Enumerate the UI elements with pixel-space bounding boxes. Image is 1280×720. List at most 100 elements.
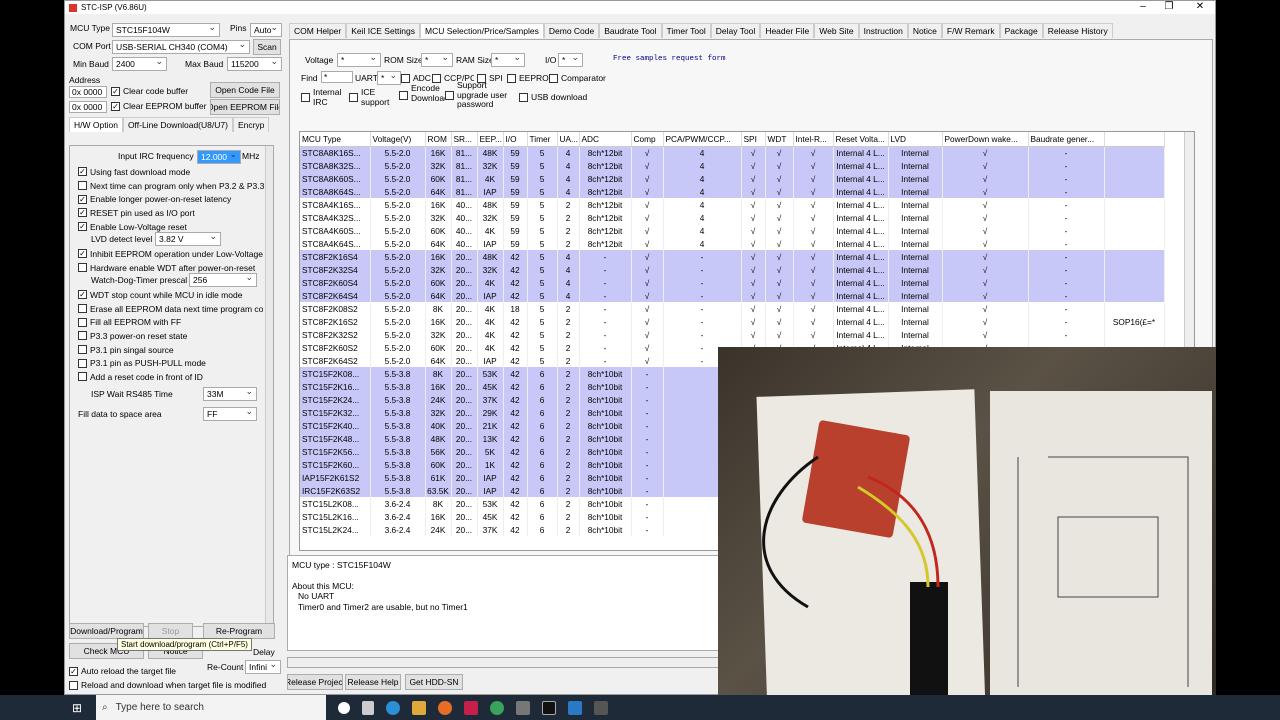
- tab-hw-option[interactable]: H/W Option: [69, 117, 123, 132]
- task-view-icon[interactable]: [362, 700, 374, 715]
- column-header[interactable]: ROM: [425, 132, 452, 147]
- tab-demo-code[interactable]: Demo Code: [543, 23, 600, 38]
- table-row[interactable]: STC8A4K16S... 5.5-2.0 16K 40... 48K 59 5 2 8ch*1…: [300, 198, 1165, 211]
- table-row[interactable]: STC8A4K32S... 5.5-2.0 32K 40... 32K 59 5 2 8ch*1…: [300, 211, 1165, 224]
- tab-encrypt[interactable]: Encryp: [232, 117, 270, 132]
- option-checkbox[interactable]: ✓: [78, 167, 87, 177]
- re-program-button[interactable]: Re-Program: [203, 623, 275, 639]
- table-row[interactable]: STC8F2K32S4 5.5-2.0 32K 20... 32K 42 5 4- √ - √ √ √ I…: [300, 263, 1165, 276]
- ice-support-checkbox[interactable]: [349, 92, 358, 102]
- mail-icon[interactable]: [568, 700, 582, 715]
- ram-size-select[interactable]: *: [491, 52, 525, 67]
- tab-timer-tool[interactable]: Timer Tool: [661, 23, 711, 38]
- column-header[interactable]: SPI: [741, 132, 766, 147]
- table-row[interactable]: STC8A8K64S... 5.5-2.0 64K 81... IAP 59 5 4 8ch*1…: [300, 185, 1165, 198]
- table-row[interactable]: STC8F2K64S4 5.5-2.0 64K 20... IAP 42 5 4- √ - √ √ √ I…: [300, 289, 1165, 302]
- option-row[interactable]: Next time can program only when P3.2 & P…: [78, 179, 264, 193]
- min-baud-select[interactable]: 2400: [112, 56, 167, 71]
- open-code-file-button[interactable]: Open Code File: [210, 82, 280, 98]
- auto-reload-checkbox[interactable]: ✓: [69, 666, 78, 676]
- find-input[interactable]: *: [321, 71, 353, 83]
- edge-icon[interactable]: [386, 700, 400, 715]
- option-checkbox[interactable]: ✓: [78, 194, 87, 204]
- windows-start-icon[interactable]: ⊞: [72, 701, 82, 715]
- isp-wait-select[interactable]: 33M: [203, 386, 257, 401]
- option-row[interactable]: Fill all EEPROM with FF: [78, 315, 263, 329]
- release-project-button[interactable]: Release Project: [287, 674, 343, 690]
- irc-frequency-select[interactable]: 12.000: [197, 149, 241, 164]
- option-row[interactable]: ✓ Inhibit EEPROM operation under Low-Volt…: [78, 247, 263, 261]
- file-explorer-icon[interactable]: [412, 700, 426, 715]
- clear-eeprom-checkbox[interactable]: ✓: [111, 101, 120, 111]
- scan-button[interactable]: Scan: [253, 39, 281, 55]
- minimize-button[interactable]: –: [1133, 1, 1153, 12]
- internal-irc-checkbox[interactable]: [301, 92, 310, 102]
- table-row[interactable]: STC8F2K08S2 5.5-2.0 8K 20... 4K 18 5 2- √ - √ √ √ Int…: [300, 302, 1165, 315]
- option-checkbox[interactable]: ✓: [78, 290, 87, 300]
- option-checkbox[interactable]: [78, 345, 87, 355]
- re-count-select[interactable]: Infini: [245, 659, 281, 674]
- option-row[interactable]: ✓ WDT stop count while MCU in idle mode: [78, 288, 263, 302]
- column-header[interactable]: Comp: [631, 132, 664, 147]
- table-row[interactable]: STC8A4K64S... 5.5-2.0 64K 40... IAP 59 5 2 8ch*1…: [300, 237, 1165, 250]
- stop-button[interactable]: Stop: [148, 623, 193, 639]
- table-row[interactable]: STC8A4K60S... 5.5-2.0 60K 40... 4K 59 5 2 8ch*12…: [300, 224, 1165, 237]
- column-header[interactable]: Baudrate gener...: [1028, 132, 1105, 147]
- close-button[interactable]: ✕: [1190, 1, 1210, 12]
- column-header[interactable]: ADC: [579, 132, 632, 147]
- column-header[interactable]: I/O: [503, 132, 528, 147]
- option-row[interactable]: ✓ Using fast download mode: [78, 165, 264, 179]
- option-checkbox[interactable]: [78, 372, 87, 382]
- column-header[interactable]: MCU Type: [300, 132, 371, 147]
- tab-keil-ice-settings[interactable]: Keil ICE Settings: [346, 23, 421, 38]
- option-checkbox[interactable]: [78, 317, 87, 327]
- option-checkbox[interactable]: ✓: [78, 249, 87, 259]
- option-row[interactable]: ✓ RESET pin used as I/O port: [78, 206, 264, 220]
- column-header[interactable]: LVD: [888, 132, 943, 147]
- tab-com-helper[interactable]: COM Helper: [289, 23, 347, 38]
- rom-size-select[interactable]: *: [421, 52, 453, 67]
- com-port-select[interactable]: USB-SERIAL CH340 (COM4): [112, 39, 250, 54]
- adc-checkbox[interactable]: [401, 73, 410, 83]
- column-header[interactable]: UA...: [557, 132, 580, 147]
- column-header[interactable]: Intel-R...: [793, 132, 834, 147]
- table-row[interactable]: STC8F2K16S4 5.5-2.0 16K 20... 48K 42 5 4- √ - √ √ √ I…: [300, 250, 1165, 263]
- uart-select[interactable]: *: [377, 70, 401, 85]
- option-checkbox[interactable]: [78, 263, 87, 273]
- option-checkbox[interactable]: ✓: [78, 208, 87, 218]
- tab-notice[interactable]: Notice: [907, 23, 942, 38]
- table-row[interactable]: STC8A8K32S... 5.5-2.0 32K 81... 32K 59 5 4 8ch*1…: [300, 159, 1165, 172]
- tab-offline-download[interactable]: Off-Line Download(U8/U7): [122, 117, 233, 132]
- column-header[interactable]: Voltage(V): [370, 132, 426, 147]
- clear-code-checkbox[interactable]: ✓: [111, 86, 120, 96]
- chrome-icon[interactable]: [490, 700, 504, 715]
- table-row[interactable]: STC8A8K60S... 5.5-2.0 60K 81... 4K 59 5 4 8ch*12…: [300, 172, 1165, 185]
- max-baud-select[interactable]: 115200: [227, 56, 282, 71]
- column-header[interactable]: EEP...: [477, 132, 504, 147]
- address-eeprom-input[interactable]: 0x 0000: [69, 101, 107, 113]
- tab-delay-tool[interactable]: Delay Tool: [710, 23, 761, 38]
- option-row[interactable]: P3.3 power-on reset state: [78, 329, 263, 343]
- tab-instruction[interactable]: Instruction: [858, 23, 908, 38]
- column-header[interactable]: PowerDown wake...: [942, 132, 1029, 147]
- table-row[interactable]: STC8A8K16S... 5.5-2.0 16K 81... 48K 59 5 4 8ch*1…: [300, 146, 1165, 159]
- option-checkbox[interactable]: [78, 304, 87, 314]
- get-hdd-sn-button[interactable]: Get HDD-SN: [405, 674, 463, 690]
- firefox-icon[interactable]: [438, 700, 452, 715]
- column-header[interactable]: WDT: [765, 132, 794, 147]
- option-checkbox[interactable]: [78, 331, 87, 341]
- voltage-select[interactable]: *: [337, 52, 381, 67]
- taskbar-search-box[interactable]: ⌕ Type here to search: [96, 695, 326, 720]
- tab-header-file[interactable]: Header File: [760, 23, 815, 38]
- download-program-button[interactable]: Download/Program: [69, 623, 144, 639]
- mcu-type-select[interactable]: STC15F104W: [112, 22, 220, 37]
- option-row[interactable]: Erase all EEPROM data next time program …: [78, 302, 263, 316]
- tab-web-site[interactable]: Web Site: [814, 23, 859, 38]
- options-scrollbar[interactable]: [265, 146, 273, 626]
- table-row[interactable]: STC8F2K16S2 5.5-2.0 16K 20... 4K 42 5 2- √ - √ √ √ In…: [300, 315, 1165, 328]
- tab-baudrate-tool[interactable]: Baudrate Tool: [599, 23, 662, 38]
- tab-package[interactable]: Package: [999, 23, 1043, 38]
- release-help-button[interactable]: Release Help: [345, 674, 401, 690]
- io-select[interactable]: *: [558, 52, 583, 67]
- lvd-select[interactable]: 3.82 V: [155, 231, 221, 246]
